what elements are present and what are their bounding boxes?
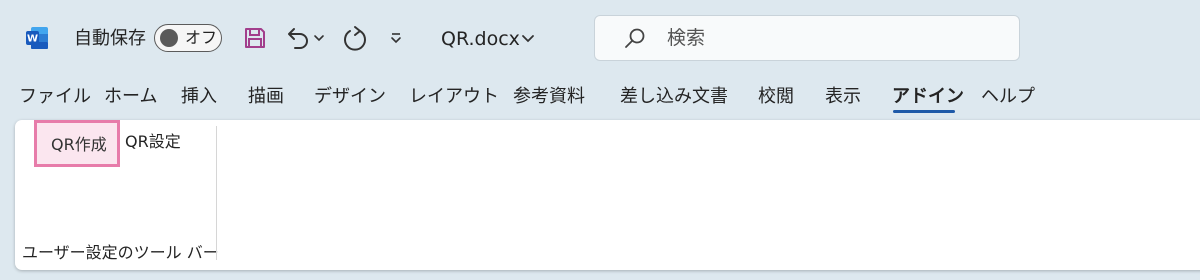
tab-review[interactable]: 校閲 (758, 84, 794, 110)
document-title[interactable]: QR.docx (441, 28, 520, 50)
undo-icon[interactable] (283, 24, 311, 52)
tab-insert[interactable]: 挿入 (181, 84, 217, 110)
ribbon-panel: QR作成 QR設定 ユーザー設定のツール バー (15, 120, 1200, 270)
autosave-state: オフ (185, 28, 218, 47)
tab-home[interactable]: ホーム (104, 84, 157, 110)
customize-qat-icon[interactable] (388, 30, 404, 46)
ribbon-tabs: ファイル ホーム 挿入 描画 デザイン レイアウト 参考資料 差し込み文書 校閲… (0, 84, 1200, 116)
chevron-down-icon[interactable] (313, 32, 325, 44)
search-placeholder: 検索 (667, 27, 706, 49)
tab-layout[interactable]: レイアウト (409, 84, 499, 110)
toggle-knob (160, 29, 178, 47)
qr-create-label: QR作成 (51, 135, 107, 154)
tab-help[interactable]: ヘルプ (981, 84, 1035, 110)
qr-create-button[interactable]: QR作成 (34, 120, 120, 167)
tab-mailings[interactable]: 差し込み文書 (620, 84, 728, 110)
autosave-label: 自動保存 (74, 28, 146, 49)
tab-design[interactable]: デザイン (314, 84, 386, 110)
qr-settings-button[interactable]: QR設定 (125, 132, 181, 152)
autosave-toggle[interactable]: オフ (154, 24, 222, 52)
title-bar: W 自動保存 オフ QR.docx 検索 (0, 0, 1200, 78)
group-divider (216, 126, 217, 260)
tab-references[interactable]: 参考資料 (513, 84, 585, 110)
redo-icon[interactable] (340, 24, 370, 54)
word-icon: W (26, 27, 48, 49)
tab-draw[interactable]: 描画 (248, 84, 284, 110)
group-label: ユーザー設定のツール バー (22, 243, 219, 262)
svg-text:W: W (27, 34, 38, 45)
save-icon[interactable] (243, 26, 267, 50)
chevron-down-icon[interactable] (520, 31, 536, 47)
tab-addins[interactable]: アドイン (892, 84, 964, 110)
search-icon (625, 28, 645, 48)
tab-view[interactable]: 表示 (825, 84, 861, 110)
search-box[interactable]: 検索 (594, 15, 1020, 61)
active-tab-indicator (893, 110, 955, 113)
tab-file[interactable]: ファイル (19, 84, 91, 110)
